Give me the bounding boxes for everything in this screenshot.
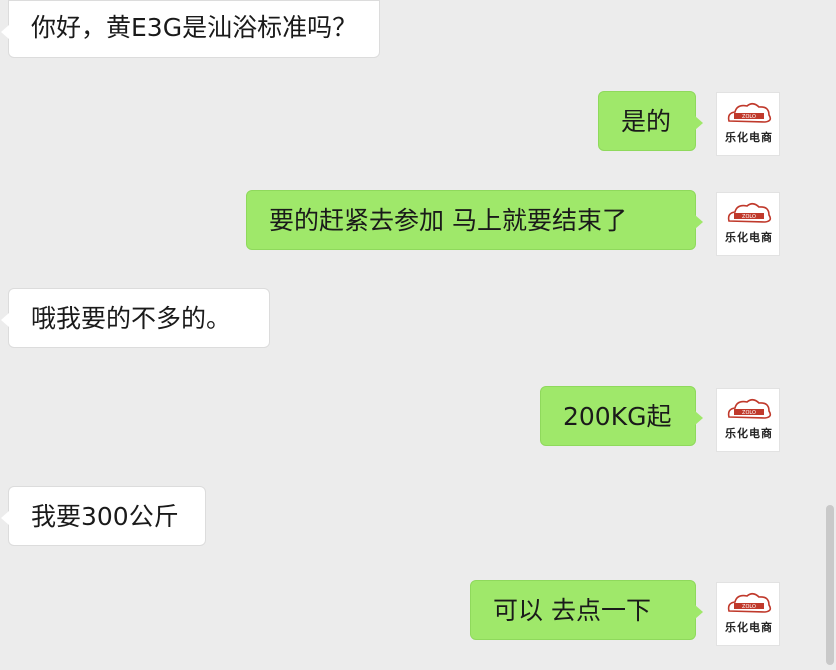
logo-text: ZOLO <box>742 604 756 610</box>
avatar-caption: 乐化电商 <box>725 231 773 244</box>
sender-avatar[interactable]: ZOLO 乐化电商 <box>716 388 780 452</box>
sender-avatar[interactable]: ZOLO 乐化电商 <box>716 192 780 256</box>
message-text: 200KG起 <box>563 402 672 431</box>
logo-text: ZOLO <box>742 214 756 220</box>
message-text: 是的 <box>621 107 672 136</box>
outgoing-message-bubble[interactable]: 要的赶紧去参加 马上就要结束了 <box>246 190 703 250</box>
incoming-message-bubble[interactable]: 我要300公斤 <box>1 486 206 546</box>
shop-logo-icon: ZOLO <box>727 202 772 223</box>
incoming-message-bubble[interactable]: 哦我要的不多的。 <box>1 288 270 348</box>
message-text: 哦我要的不多的。 <box>31 304 232 333</box>
message-text: 你好，黄E3G是汕浴标准吗？ <box>31 13 358 42</box>
logo-text: ZOLO <box>742 410 756 416</box>
scrollbar-thumb[interactable] <box>826 505 834 665</box>
shop-logo-icon: ZOLO <box>727 102 772 123</box>
logo-text: ZOLO <box>742 114 756 120</box>
shop-logo-icon: ZOLO <box>727 592 772 613</box>
sender-avatar[interactable]: ZOLO 乐化电商 <box>716 92 780 156</box>
chat-message-list[interactable]: 你好，黄E3G是汕浴标准吗？ 是的 ZOLO 乐化电商 要的赶紧去参加 马上就要… <box>0 0 836 670</box>
avatar-caption: 乐化电商 <box>725 427 773 440</box>
incoming-message-bubble[interactable]: 你好，黄E3G是汕浴标准吗？ <box>0 0 381 58</box>
outgoing-message-bubble[interactable]: 可以 去点一下 <box>470 580 703 640</box>
message-text: 可以 去点一下 <box>493 596 651 625</box>
outgoing-message-bubble[interactable]: 200KG起 <box>540 386 703 446</box>
shop-logo-icon: ZOLO <box>727 398 772 419</box>
avatar-caption: 乐化电商 <box>725 621 773 634</box>
message-text: 我要300公斤 <box>31 502 179 531</box>
message-text: 要的赶紧去参加 马上就要结束了 <box>269 206 627 235</box>
sender-avatar[interactable]: ZOLO 乐化电商 <box>716 582 780 646</box>
outgoing-message-bubble[interactable]: 是的 <box>598 91 703 151</box>
avatar-caption: 乐化电商 <box>725 131 773 144</box>
